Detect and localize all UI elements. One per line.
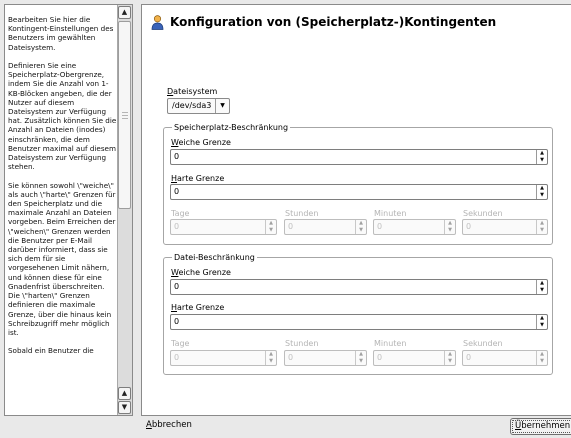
space-minutes-input: 0 ▲ ▼ [373,219,456,235]
spin-arrows-icon[interactable]: ▲ ▼ [536,280,547,294]
spin-arrows-icon: ▲ ▼ [265,220,276,234]
accept-button[interactable]: Übernehmen [510,418,571,435]
space-seconds-label: Sekunden [463,209,503,218]
space-minutes-label: Minuten [374,209,407,218]
files-days-label: Tage [171,339,190,348]
space-soft-input[interactable]: 0 ▲ ▼ [170,149,548,165]
filesystem-select[interactable]: /dev/sda3 ▼ [167,98,230,114]
files-minutes-input: 0 ▲ ▼ [373,350,456,366]
files-seconds-input: 0 ▲ ▼ [462,350,548,366]
files-soft-label: Weiche Grenze [171,268,231,277]
scrollbar-thumb[interactable] [118,21,131,209]
spin-arrows-icon: ▲ ▼ [355,220,366,234]
spin-arrows-icon: ▲ ▼ [265,351,276,365]
main-panel: Konfiguration von (Speicherplatz-)Kontin… [141,4,571,416]
arrow-up-icon[interactable]: ▲ [118,387,131,400]
spin-arrows-icon: ▲ ▼ [536,351,547,365]
file-limit-legend: Datei-Beschränkung [174,253,255,262]
spin-arrows-icon: ▲ ▼ [444,351,455,365]
files-hard-input[interactable]: 0 ▲ ▼ [170,314,548,330]
space-soft-label: Weiche Grenze [171,138,231,147]
arrow-down-icon[interactable]: ▼ [118,401,131,414]
files-hard-label: Harte Grenze [171,303,225,312]
page-title: Konfiguration von (Speicherplatz-)Kontin… [170,15,497,29]
space-hard-label: Harte Grenze [171,174,225,183]
space-seconds-input: 0 ▲ ▼ [462,219,548,235]
spin-arrows-icon[interactable]: ▲ ▼ [536,150,547,164]
user-icon [151,15,164,30]
files-hours-label: Stunden [285,339,319,348]
spin-arrows-icon: ▲ ▼ [355,351,366,365]
help-panel: Bearbeiten Sie hier die Kontingent-Einst… [4,4,133,416]
space-hours-input: 0 ▲ ▼ [284,219,367,235]
files-hours-input: 0 ▲ ▼ [284,350,367,366]
help-scrollbar[interactable]: ▲ ▲ ▼ [117,5,132,415]
cancel-button[interactable]: Abbrechen [142,418,196,435]
space-days-label: Tage [171,209,190,218]
spin-arrows-icon: ▲ ▼ [444,220,455,234]
space-hours-label: Stunden [285,209,319,218]
spin-arrows-icon[interactable]: ▲ ▼ [536,315,547,329]
files-minutes-label: Minuten [374,339,407,348]
arrow-up-icon[interactable]: ▲ [118,6,131,19]
help-text: Bearbeiten Sie hier die Kontingent-Einst… [8,15,117,356]
filesystem-label: Dateisystem [167,87,218,96]
files-soft-input[interactable]: 0 ▲ ▼ [170,279,548,295]
chevron-down-icon[interactable]: ▼ [215,99,229,113]
files-seconds-label: Sekunden [463,339,503,348]
spin-arrows-icon: ▲ ▼ [536,220,547,234]
space-hard-input[interactable]: 0 ▲ ▼ [170,184,548,200]
files-days-input: 0 ▲ ▼ [170,350,277,366]
space-limit-legend: Speicherplatz-Beschränkung [174,123,289,132]
spin-arrows-icon[interactable]: ▲ ▼ [536,185,547,199]
space-days-input: 0 ▲ ▼ [170,219,277,235]
filesystem-value: /dev/sda3 [172,101,212,110]
